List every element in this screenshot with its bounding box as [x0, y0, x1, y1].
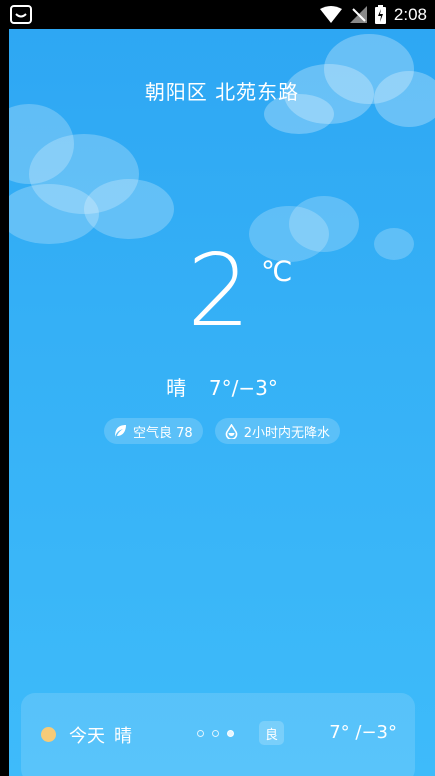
precipitation-label: 2小时内无降水: [243, 425, 330, 441]
battery-charging-icon: [374, 5, 386, 24]
status-time: 2:08: [393, 4, 427, 24]
status-bar: 2:08: [0, 0, 435, 29]
weather-screen[interactable]: 朝阳区 北苑东路 2 ℃ 晴 7°/−3° 空气良 78 2小时内无降水 今天 …: [9, 29, 435, 776]
current-temperature: 2: [187, 232, 251, 349]
status-icons: 2:08: [319, 3, 427, 26]
air-quality-label: 空气良 78: [133, 425, 193, 441]
signal-off-icon: [349, 6, 367, 23]
weather-condition: 晴: [166, 376, 187, 400]
water-drop-icon: [225, 423, 237, 439]
page-dot: [212, 730, 219, 737]
temperature-unit: ℃: [261, 255, 293, 288]
forecast-range: 7° /−3°: [329, 722, 397, 743]
app-notification-icon: [10, 5, 32, 24]
condition-summary: 晴 7°/−3°: [9, 372, 435, 401]
forecast-condition: 晴: [114, 726, 132, 747]
page-indicator: [197, 730, 234, 737]
forecast-day: 今天: [69, 726, 105, 747]
air-quality-chip[interactable]: 空气良 78: [104, 418, 203, 444]
leaf-icon: [115, 425, 127, 437]
cloud-left-icon: [9, 104, 174, 244]
temperature-range: 7°/−3°: [208, 376, 278, 400]
location-title[interactable]: 朝阳区 北苑东路: [9, 76, 435, 105]
aqi-badge: 良: [259, 721, 285, 745]
page-dot-active: [227, 730, 234, 737]
page-dot: [197, 730, 204, 737]
sun-icon: [41, 727, 56, 742]
info-chips: 空气良 78 2小时内无降水: [9, 418, 435, 444]
wifi-icon: [319, 6, 342, 23]
precipitation-chip[interactable]: 2小时内无降水: [214, 418, 340, 444]
forecast-today-row[interactable]: 今天 晴 良 7° /−3°: [9, 719, 435, 749]
